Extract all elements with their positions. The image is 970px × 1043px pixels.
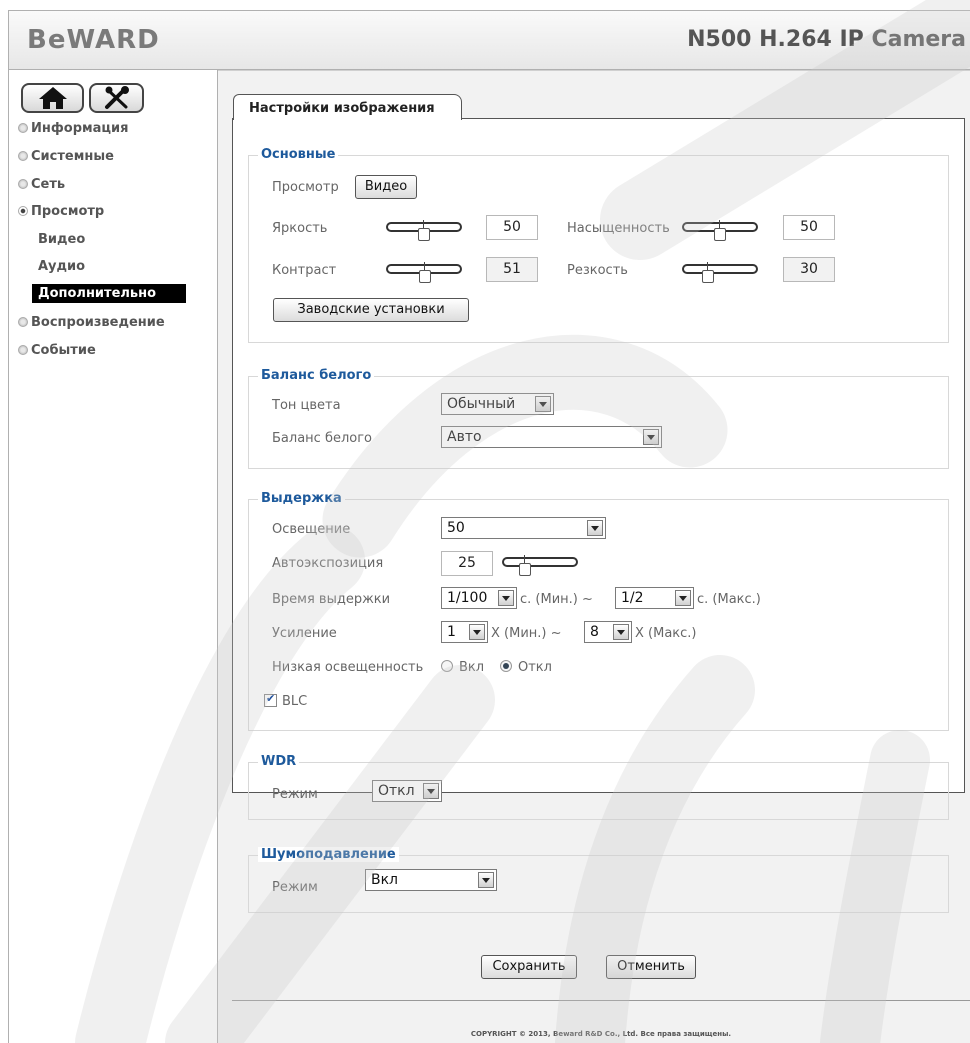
blc-label: BLC bbox=[282, 694, 308, 709]
tools-icon bbox=[104, 86, 129, 109]
blc-checkbox[interactable] bbox=[264, 692, 277, 707]
noise-fieldset: Шумоподавление bbox=[248, 847, 949, 913]
chevron-down-icon bbox=[498, 590, 514, 606]
sidebar-subitem-advanced[interactable]: Дополнительно bbox=[32, 284, 186, 303]
slider-thumb[interactable] bbox=[418, 220, 430, 242]
shutter-max-unit: с. (Макс.) bbox=[697, 592, 761, 607]
slider-thumb[interactable] bbox=[702, 262, 714, 284]
chevron-down-icon bbox=[675, 590, 691, 606]
bullet-icon bbox=[18, 123, 28, 133]
settings-button[interactable] bbox=[89, 83, 144, 113]
exposure-legend: Выдержка bbox=[258, 491, 345, 506]
lighting-label: Освещение bbox=[272, 522, 351, 537]
shutter-min-select[interactable]: 1/100 bbox=[441, 587, 517, 609]
chevron-down-icon bbox=[535, 396, 551, 412]
bullet-icon bbox=[18, 151, 28, 161]
wdr-fieldset: WDR bbox=[248, 754, 949, 820]
contrast-value[interactable]: 51 bbox=[486, 257, 538, 282]
slider-thumb[interactable] bbox=[519, 555, 531, 577]
auto-exposure-value[interactable]: 25 bbox=[441, 551, 493, 576]
white-balance-label: Баланс белого bbox=[272, 431, 373, 446]
low-light-off-label: Откл bbox=[518, 660, 552, 675]
sidebar-item-network[interactable]: Сеть bbox=[18, 177, 65, 192]
home-icon bbox=[38, 87, 67, 109]
low-light-on-label: Вкл bbox=[459, 660, 485, 675]
chevron-down-icon bbox=[587, 520, 603, 536]
low-light-label: Низкая освещенность bbox=[272, 660, 424, 675]
chevron-down-icon bbox=[643, 429, 659, 445]
sidebar-item-playback[interactable]: Воспроизведение bbox=[18, 315, 165, 330]
gain-min-select[interactable]: 1 bbox=[441, 621, 488, 643]
gain-max-select[interactable]: 8 bbox=[584, 621, 632, 643]
sidebar-item-event[interactable]: Событие bbox=[18, 343, 96, 358]
wdr-mode-label: Режим bbox=[272, 787, 318, 802]
sharpness-label: Резкость bbox=[567, 263, 628, 278]
brightness-slider[interactable] bbox=[386, 220, 462, 241]
header: BeWARD N500 H.264 IP Camera bbox=[8, 10, 970, 70]
sidebar-subitem-video[interactable]: Видео bbox=[38, 232, 85, 247]
sidebar-item-view[interactable]: Просмотр bbox=[18, 204, 104, 219]
preview-label: Просмотр bbox=[272, 180, 339, 195]
copyright-footer: COPYRIGHT © 2013, Beward R&D Co., Ltd. В… bbox=[470, 1030, 732, 1038]
sidebar-item-info[interactable]: Информация bbox=[18, 121, 129, 136]
bullet-selected-icon bbox=[18, 206, 28, 216]
brightness-value[interactable]: 50 bbox=[486, 215, 538, 240]
basic-legend: Основные bbox=[258, 147, 339, 162]
sidebar-item-system[interactable]: Системные bbox=[18, 149, 114, 164]
slider-thumb[interactable] bbox=[419, 262, 431, 284]
wdr-mode-select[interactable]: Откл bbox=[372, 780, 442, 802]
home-button[interactable] bbox=[21, 83, 84, 113]
chevron-down-icon bbox=[423, 783, 439, 799]
saturation-value[interactable]: 50 bbox=[783, 215, 835, 240]
gain-label: Усиление bbox=[272, 626, 337, 641]
camera-model-title: N500 H.264 IP Camera bbox=[687, 27, 966, 52]
bullet-icon bbox=[18, 179, 28, 189]
auto-exposure-label: Автоэкспозиция bbox=[272, 556, 384, 571]
chevron-down-icon bbox=[478, 872, 494, 888]
sharpness-value[interactable]: 30 bbox=[783, 257, 835, 282]
noise-legend: Шумоподавление bbox=[258, 847, 399, 862]
white-balance-fieldset: Баланс белого bbox=[248, 368, 949, 469]
beward-logo: BeWARD bbox=[27, 25, 160, 55]
contrast-label: Контраст bbox=[272, 263, 337, 278]
bullet-icon bbox=[18, 317, 28, 327]
shutter-label: Время выдержки bbox=[272, 592, 391, 607]
wdr-legend: WDR bbox=[258, 754, 300, 769]
low-light-on-radio[interactable] bbox=[441, 660, 453, 672]
shutter-min-unit: с. (Мин.) ~ bbox=[520, 592, 593, 607]
slider-thumb[interactable] bbox=[714, 220, 726, 242]
tab-image-settings[interactable]: Настройки изображения bbox=[233, 94, 462, 120]
bullet-icon bbox=[18, 345, 28, 355]
tone-label: Тон цвета bbox=[272, 398, 341, 413]
tone-select[interactable]: Обычный bbox=[441, 393, 554, 415]
low-light-off-radio[interactable] bbox=[500, 660, 512, 672]
auto-exposure-slider[interactable] bbox=[502, 555, 578, 576]
contrast-slider[interactable] bbox=[386, 262, 462, 283]
gain-min-unit: X (Мин.) ~ bbox=[491, 626, 562, 641]
save-button[interactable]: Сохранить bbox=[481, 955, 577, 979]
brightness-label: Яркость bbox=[272, 221, 328, 236]
preview-video-button[interactable]: Видео bbox=[355, 175, 417, 199]
chevron-down-icon bbox=[469, 624, 485, 640]
white-balance-select[interactable]: Авто bbox=[441, 426, 662, 448]
saturation-label: Насыщенность bbox=[567, 221, 670, 236]
cancel-button[interactable]: Отменить bbox=[606, 955, 696, 979]
saturation-slider[interactable] bbox=[682, 220, 758, 241]
factory-defaults-button[interactable]: Заводские установки bbox=[273, 298, 469, 322]
noise-mode-select[interactable]: Вкл bbox=[365, 869, 497, 891]
sharpness-slider[interactable] bbox=[682, 262, 758, 283]
sidebar-subitem-audio[interactable]: Аудио bbox=[38, 259, 85, 274]
gain-max-unit: X (Макс.) bbox=[635, 626, 697, 641]
lighting-select[interactable]: 50 bbox=[441, 517, 606, 539]
shutter-max-select[interactable]: 1/2 bbox=[615, 587, 694, 609]
footer-divider bbox=[232, 1000, 970, 1001]
white-balance-legend: Баланс белого bbox=[258, 368, 375, 383]
chevron-down-icon bbox=[613, 624, 629, 640]
noise-mode-label: Режим bbox=[272, 880, 318, 895]
